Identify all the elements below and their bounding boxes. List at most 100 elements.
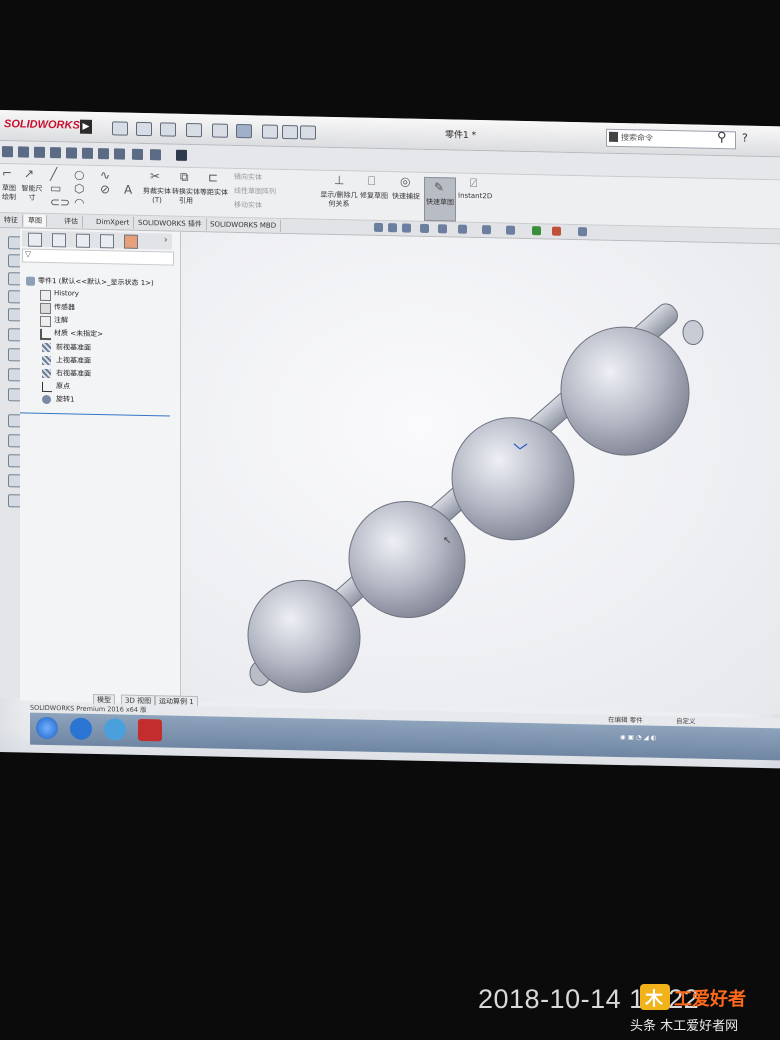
print-icon[interactable] [186,122,202,138]
hide-show-icon[interactable] [482,225,491,235]
tree-item-material[interactable]: 材质 <未指定> [54,328,103,339]
view-icon[interactable] [34,146,45,158]
zoom-to-fit-icon[interactable] [374,222,383,233]
offset-icon[interactable]: ⊏ [208,170,218,184]
sketch-button[interactable]: 草图绘制 [0,184,18,202]
tree-item-top-plane[interactable]: 上视基准面 [56,355,91,366]
view-icon[interactable] [82,147,93,159]
tab-sketch[interactable]: 草图 [24,214,47,227]
view-icon[interactable] [66,147,77,159]
edit-appearance-icon[interactable] [506,225,515,235]
instant2d-icon[interactable]: ⍁ [470,176,477,191]
feature-manager-tab-icon[interactable] [28,232,42,247]
chevron-right-icon[interactable]: › [164,235,168,245]
view-icon[interactable] [50,147,61,159]
view-settings-icon[interactable] [552,226,561,236]
tree-item-annotations[interactable]: 注解 [54,315,68,325]
quick-snap-button[interactable]: 快速捕捉 [392,192,420,202]
plane-icon [42,342,51,353]
display-relations-button[interactable]: 显示/删除几何关系 [318,191,360,210]
pen-icon[interactable] [176,149,187,161]
display-pane-icon[interactable] [578,227,587,237]
line-icon[interactable]: ╱ [50,167,57,181]
app-k-icon[interactable] [70,717,92,740]
repair-sketch-icon[interactable]: ⎕ [368,174,375,189]
open-file-icon[interactable] [136,121,152,137]
view-icon[interactable] [18,146,29,158]
zoom-area-icon[interactable] [388,223,397,233]
tab-features[interactable]: 特征 [0,214,23,227]
rapid-sketch-button[interactable]: ✎ 快速草图 [424,176,456,222]
solidworks-logo: SOLIDWORKS [4,118,80,132]
cloud-app-icon[interactable] [104,718,126,741]
graphics-area[interactable]: ↖ [181,231,780,769]
move-entities-button[interactable]: 移动实体 [234,201,262,211]
tree-item-sensors[interactable]: 传感器 [54,302,75,312]
slot-icon[interactable]: ⊂⊃ [50,195,70,209]
linear-pattern-button[interactable]: 线性草图阵列 [234,187,276,197]
select-icon[interactable] [236,123,252,139]
file-properties-icon[interactable] [282,124,298,140]
new-file-icon[interactable] [112,121,128,136]
options-icon[interactable] [300,125,316,140]
trim-button[interactable]: 剪裁实体(T) [142,187,172,206]
tree-filter[interactable]: ▽ [22,248,174,266]
circle-icon[interactable]: ○ [74,168,84,182]
dimxpert-manager-tab-icon[interactable] [100,234,114,249]
scene-icon[interactable] [532,226,541,236]
view-icon[interactable] [132,148,143,160]
ellipse-icon[interactable]: ⊘ [100,182,110,196]
tree-item-history[interactable]: History [54,289,79,298]
tree-item-right-plane[interactable]: 右视基准面 [56,368,91,379]
relations-icon[interactable]: ⊥ [334,173,344,187]
tree-item-revolve1[interactable]: 旋转1 [56,394,74,404]
tab-dimxpert[interactable]: DimXpert [92,215,135,229]
start-button-icon[interactable] [36,716,58,740]
property-manager-tab-icon[interactable] [52,233,66,248]
rapid-sketch-icon: ✎ [434,180,445,195]
solidworks-taskbar-icon[interactable] [138,718,162,742]
spline-icon[interactable]: ∿ [100,168,110,182]
search-icon[interactable]: ⚲ [717,130,727,145]
sketch-icon[interactable]: ⌐ [2,166,12,180]
view-icon[interactable] [150,149,161,161]
smart-dimension-button[interactable]: 智能尺寸 [20,184,44,203]
help-icon[interactable]: ? [742,132,748,145]
trim-icon[interactable]: ✂ [150,169,160,183]
status-units[interactable]: 自定义 [676,716,696,726]
tree-item-front-plane[interactable]: 前视基准面 [56,342,91,353]
view-icon[interactable] [2,146,13,158]
display-manager-tab-icon[interactable] [124,234,138,249]
configuration-manager-tab-icon[interactable] [76,233,90,248]
view-icon[interactable] [98,148,109,160]
menu-expand-icon[interactable]: ▶ [80,119,92,134]
tree-item-origin[interactable]: 原点 [56,381,70,391]
display-style-icon[interactable] [458,224,467,234]
convert-entities-icon[interactable]: ⧉ [180,170,189,185]
tab-solidworks-addins[interactable]: SOLIDWORKS 插件 [134,216,207,231]
triad-axis-icon [209,757,231,769]
tab-solidworks-mbd[interactable]: SOLIDWORKS MBD [206,218,282,232]
convert-entities-button[interactable]: 转换实体引用 [170,188,202,207]
repair-sketch-button[interactable]: 修复草图 [360,192,388,202]
sphere [560,326,690,456]
view-icon[interactable] [114,148,125,160]
instant2d-button[interactable]: Instant2D [458,192,492,202]
offset-button[interactable]: 等距实体 [200,188,228,198]
text-icon[interactable]: A [124,183,132,197]
tree-root-part[interactable]: 零件1 (默认<<默认>_显示状态 1>) [38,276,154,288]
tab-evaluate[interactable]: 评估 [60,215,83,228]
smart-dimension-icon[interactable]: ↗ [24,167,34,181]
undo-icon[interactable] [212,123,228,138]
polygon-icon[interactable]: ⬡ [74,182,84,196]
section-view-icon[interactable] [420,223,429,233]
mirror-button[interactable]: 镜向实体 [234,173,262,183]
rectangle-icon[interactable]: ▭ [50,181,61,195]
quick-snap-icon[interactable]: ◎ [400,174,410,188]
previous-view-icon[interactable] [402,223,411,233]
view-orientation-icon[interactable] [438,224,447,234]
rebuild-icon[interactable] [262,124,278,139]
arc-icon[interactable]: ◠ [74,196,84,210]
save-icon[interactable] [160,122,176,137]
tray-icons[interactable]: ◉ ▣ ◔ ◢ ◐ [620,733,656,742]
